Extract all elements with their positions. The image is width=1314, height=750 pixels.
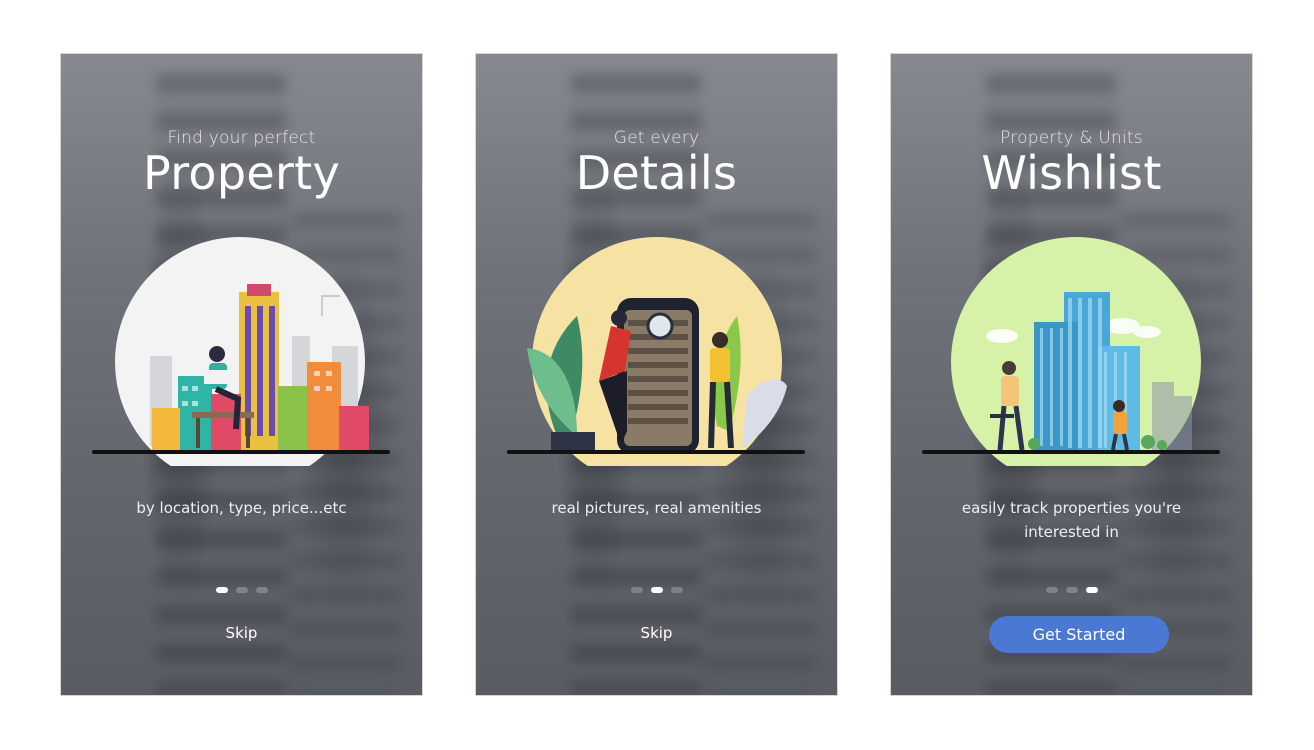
pagination-dots [891, 578, 1252, 597]
pagination-dots [476, 578, 837, 597]
onboarding-screen-details: Get every Details real pictures, real am… [476, 54, 837, 695]
skip-button[interactable]: Skip [476, 624, 837, 642]
onboarding-screen-wishlist: Property & Units Wishlist easily track p… [891, 54, 1252, 695]
screen-description: real pictures, real amenities [551, 499, 762, 517]
pagination-dot-3-active[interactable] [1085, 587, 1098, 593]
screen-subtitle: Property & Units [1000, 128, 1143, 148]
screen-description: easily track properties you're intereste… [961, 499, 1182, 541]
pagination-dot-1[interactable] [1045, 587, 1058, 593]
screen-title: Details [575, 146, 738, 200]
pagination-dot-2[interactable] [235, 587, 248, 593]
phone-building-illustration [507, 237, 805, 466]
pagination-dot-1[interactable] [630, 587, 643, 593]
screen-subtitle: Find your perfect [167, 128, 316, 148]
screen-title: Wishlist [981, 146, 1162, 200]
onboarding-screen-property: Find your perfect Property by location, … [61, 54, 422, 695]
pagination-dot-3[interactable] [670, 587, 683, 593]
pagination-dot-3[interactable] [255, 587, 268, 593]
get-started-button[interactable]: Get Started [989, 616, 1169, 653]
glass-towers-illustration [922, 237, 1220, 466]
pagination-dots [61, 578, 422, 597]
screen-subtitle: Get every [613, 128, 700, 148]
screen-description: by location, type, price...etc [136, 499, 347, 517]
pagination-dot-2-active[interactable] [650, 587, 663, 593]
pagination-dot-1-active[interactable] [215, 587, 228, 593]
screen-title: Property [142, 146, 341, 200]
skip-button[interactable]: Skip [61, 624, 422, 642]
city-buildings-illustration [92, 237, 390, 466]
pagination-dot-2[interactable] [1065, 587, 1078, 593]
